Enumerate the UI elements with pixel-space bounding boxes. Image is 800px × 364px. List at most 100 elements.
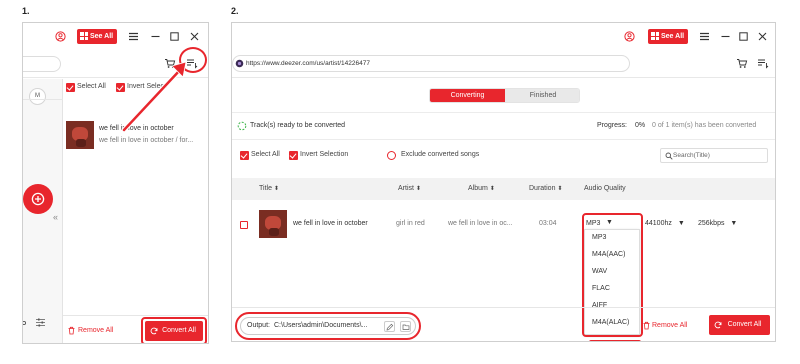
hamburger-menu-icon[interactable] — [699, 31, 710, 42]
title-bar: See All — [23, 23, 208, 50]
progress-label: Progress: — [597, 122, 627, 129]
album-cover — [259, 210, 287, 238]
trash-icon[interactable] — [642, 321, 651, 330]
divider — [232, 112, 775, 113]
search-input[interactable]: Search(Title) — [660, 148, 768, 163]
remove-all-link[interactable]: Remove All — [652, 322, 687, 329]
track-duration: 03:04 — [539, 220, 557, 227]
bitrate-select[interactable]: 256kbps ▼ — [698, 220, 737, 227]
column-title-label: Title — [259, 185, 272, 192]
url-text: https://www.deezer.com/us/artist/1422647… — [246, 60, 370, 67]
tab-converting[interactable]: Converting — [430, 89, 505, 102]
floating-convert-button[interactable] — [23, 184, 53, 214]
divider — [23, 99, 63, 100]
ready-text: Track(s) ready to be converted — [250, 122, 346, 129]
partial-settings-icon[interactable] — [23, 318, 29, 328]
select-all-checkbox[interactable] — [66, 83, 75, 92]
album-cover — [66, 121, 94, 149]
select-all-label: Select All — [77, 83, 106, 90]
search-icon — [665, 152, 673, 160]
sliders-icon[interactable] — [35, 317, 46, 328]
loading-icon — [237, 121, 247, 131]
divider — [232, 139, 775, 140]
remove-all-link[interactable]: Remove All — [78, 327, 113, 334]
column-duration-label: Duration — [529, 185, 556, 192]
invert-selection-label: Invert Selection — [300, 151, 349, 158]
column-album[interactable]: Album ⬍ — [468, 185, 495, 192]
avatar[interactable]: M — [29, 88, 46, 105]
table-row: we fell in love in october girl in red w… — [232, 200, 775, 244]
conversion-list-icon[interactable] — [757, 58, 769, 69]
annotation-arrow — [121, 61, 187, 133]
user-icon[interactable] — [55, 31, 66, 42]
select-all-label: Select All — [251, 151, 280, 158]
sort-icon: ⬍ — [557, 186, 563, 192]
refresh-icon — [714, 321, 722, 329]
tab-finished[interactable]: Finished — [505, 89, 579, 102]
step-1-label: 1. — [22, 6, 30, 16]
maximize-icon[interactable] — [169, 31, 180, 42]
sample-rate-select[interactable]: 44100hz ▼ — [645, 220, 685, 227]
row-checkbox[interactable] — [240, 221, 248, 229]
column-artist[interactable]: Artist ⬍ — [398, 185, 421, 192]
highlight-pill — [235, 312, 421, 340]
site-icon — [235, 59, 244, 68]
converted-count: 0 of 1 item(s) has been converted — [652, 122, 757, 129]
column-audio-quality: Audio Quality — [584, 185, 626, 192]
see-all-label: See All — [90, 33, 114, 40]
close-icon[interactable] — [189, 31, 200, 42]
url-input[interactable]: https://www.deezer.com/us/artist/1422647… — [232, 55, 630, 72]
table-header: Title ⬍ Artist ⬍ Album ⬍ Duration ⬍ Audi… — [232, 178, 775, 200]
trash-icon[interactable] — [67, 326, 76, 335]
app-window: See All https://www.deezer.com/us/artist… — [231, 22, 776, 342]
step-2-label: 2. — [231, 6, 239, 16]
convert-all-button[interactable]: Convert All — [145, 321, 203, 341]
refresh-icon — [150, 327, 158, 335]
see-all-button[interactable]: See All — [648, 29, 689, 44]
convert-all-button[interactable]: Convert All — [709, 315, 770, 335]
url-input[interactable] — [23, 56, 61, 72]
sample-rate-value: 44100hz — [645, 220, 672, 227]
maximize-icon[interactable] — [738, 31, 749, 42]
partial-button-edge — [589, 340, 641, 341]
track-album: we fell in love in oc... — [448, 220, 513, 227]
tab-switch: Converting Finished — [429, 88, 580, 103]
progress-value: 0% — [635, 122, 646, 129]
chevron-down-icon: ▼ — [677, 220, 685, 227]
minimize-icon[interactable] — [720, 31, 731, 42]
chevron-down-icon: ▼ — [730, 220, 738, 227]
close-icon[interactable] — [757, 31, 768, 42]
sort-icon: ⬍ — [415, 186, 421, 192]
invert-selection-checkbox[interactable] — [289, 151, 298, 160]
sidebar: M « — [23, 79, 63, 343]
user-icon[interactable] — [624, 31, 635, 42]
collapse-handle[interactable]: « — [53, 212, 58, 222]
select-all-checkbox[interactable] — [240, 151, 249, 160]
convert-all-label: Convert All — [162, 327, 196, 334]
column-album-label: Album — [468, 185, 488, 192]
hamburger-menu-icon[interactable] — [128, 31, 139, 42]
minimize-icon[interactable] — [150, 31, 161, 42]
column-duration[interactable]: Duration ⬍ — [529, 185, 562, 192]
see-all-button[interactable]: See All — [77, 29, 118, 44]
cart-icon[interactable] — [736, 58, 748, 69]
add-circle-icon — [31, 192, 45, 206]
track-title: we fell in love in october — [293, 220, 368, 227]
sort-icon: ⬍ — [273, 186, 279, 192]
see-all-label: See All — [661, 33, 685, 40]
search-placeholder: Search(Title) — [673, 152, 710, 159]
convert-all-label: Convert All — [727, 321, 762, 328]
column-title[interactable]: Title ⬍ — [259, 185, 279, 192]
sort-icon: ⬍ — [489, 186, 495, 192]
url-bar: https://www.deezer.com/us/artist/1422647… — [232, 50, 775, 78]
column-artist-label: Artist — [398, 185, 414, 192]
panel-footer: Remove All Convert All — [63, 315, 208, 343]
bitrate-value: 256kbps — [698, 220, 725, 227]
conversion-page: Converting Finished Track(s) ready to be… — [232, 79, 775, 341]
grid-icon — [651, 32, 659, 40]
highlight-rect — [582, 213, 643, 337]
exclude-label: Exclude converted songs — [401, 151, 480, 158]
title-bar: See All — [232, 23, 775, 50]
exclude-radio[interactable] — [387, 151, 396, 160]
track-artist: girl in red — [396, 220, 425, 227]
